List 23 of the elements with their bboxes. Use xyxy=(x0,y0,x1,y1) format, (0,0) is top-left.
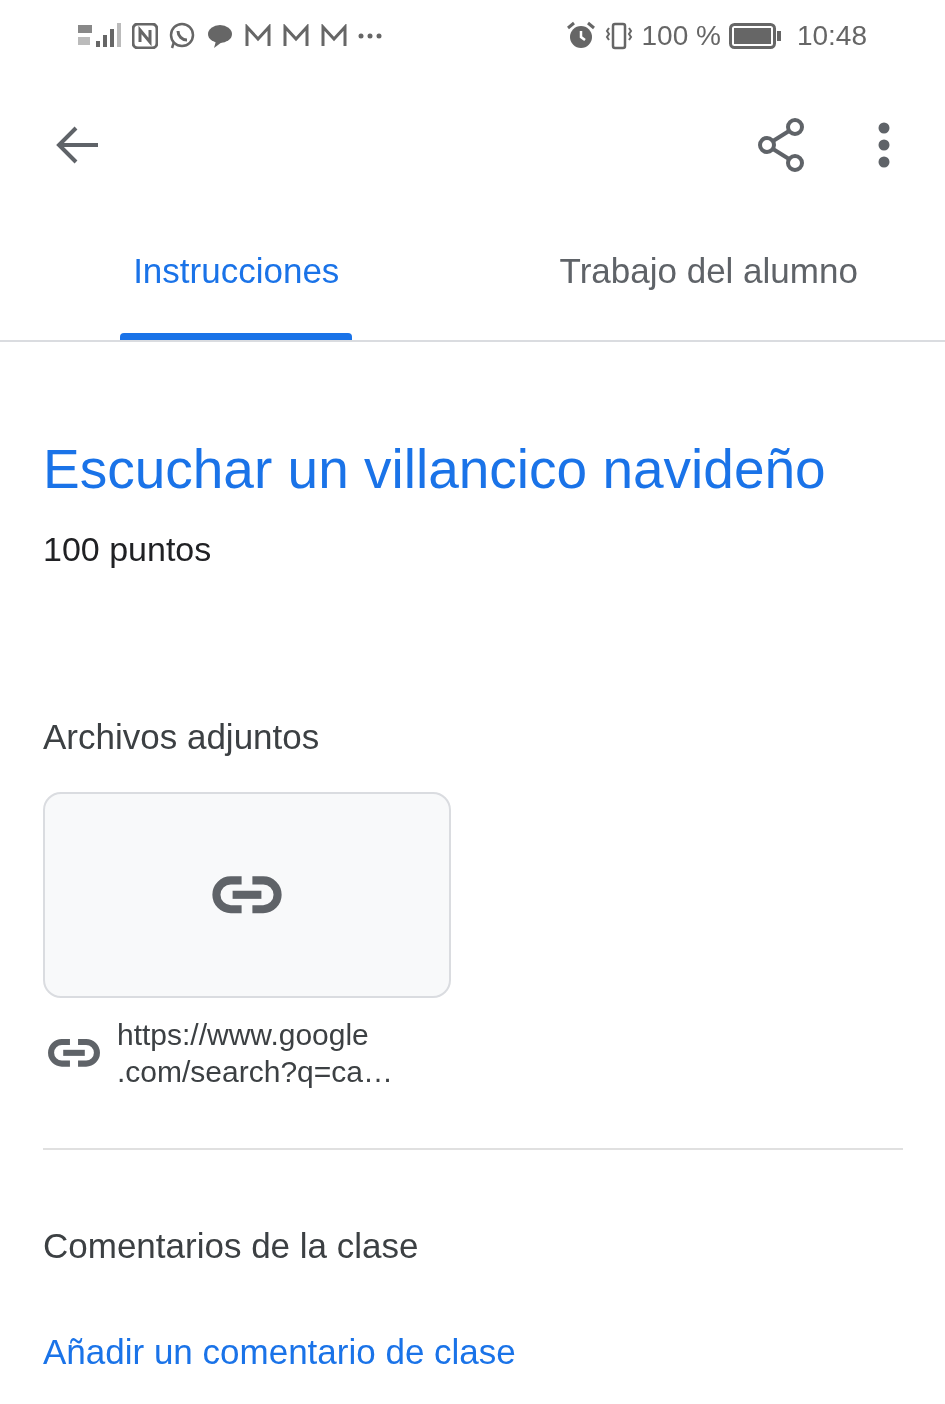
add-comment-link[interactable]: Añadir un comentario de clase xyxy=(43,1326,516,1379)
signal-icon xyxy=(78,23,122,49)
link-icon xyxy=(47,1037,101,1068)
battery-icon xyxy=(728,23,781,49)
battery-percentage: 100 % xyxy=(641,19,721,53)
message-icon xyxy=(206,23,234,49)
clock-time: 10:48 xyxy=(796,19,867,53)
more-notifications-icon xyxy=(358,33,382,39)
attachments-heading: Archivos adjuntos xyxy=(43,716,321,758)
tab[interactable]: Trabajo del alumno xyxy=(472,217,945,340)
comments-heading: Comentarios de la clase xyxy=(43,1224,420,1267)
link-icon xyxy=(211,874,283,915)
assignment-title: Escuchar un villancico navideño xyxy=(43,437,827,502)
points-text: 100 puntos xyxy=(43,529,213,570)
tab[interactable]: Instrucciones xyxy=(0,217,473,340)
mail-icon xyxy=(320,24,348,48)
mail-icon xyxy=(244,24,272,48)
mail-icon xyxy=(282,24,310,48)
link-url[interactable]: https://www.google .com/search?q=ca… xyxy=(117,1015,393,1090)
vibrate-icon xyxy=(603,22,634,50)
chat-bubble-icon xyxy=(168,22,196,50)
nfc-icon xyxy=(132,23,158,49)
alarm-icon xyxy=(565,21,596,51)
